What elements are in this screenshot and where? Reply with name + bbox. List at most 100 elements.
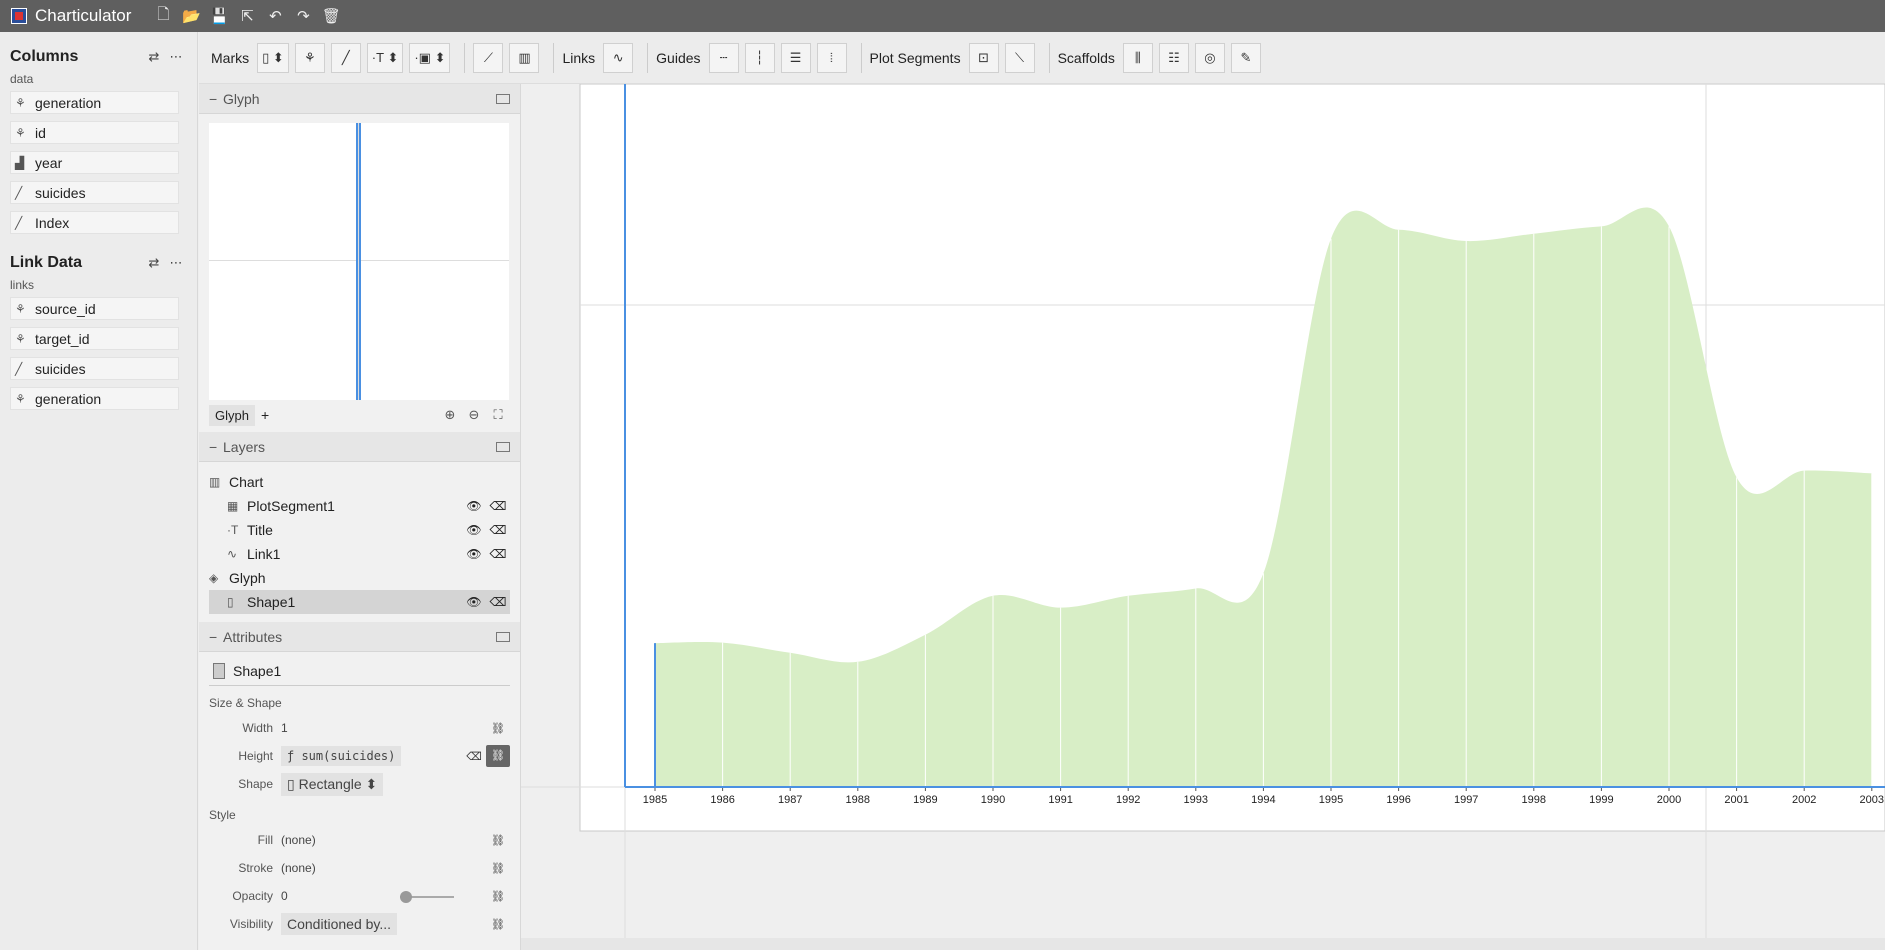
eraser-icon[interactable]: ⌫ [486, 499, 510, 513]
eraser-icon[interactable]: ⌫ [462, 750, 486, 763]
fill-row: Fill (none) ⛓ [209, 826, 510, 854]
curve-scaffold-button[interactable]: ✎ [1230, 42, 1261, 73]
column-item[interactable]: ⚘ generation [10, 387, 179, 410]
layer-item[interactable]: ∿ Link1 👁 ⌫ [209, 542, 510, 566]
visibility-condition-button[interactable]: Conditioned by... [281, 913, 398, 935]
nested-chart-button[interactable]: ▥ [509, 42, 540, 73]
link-table-name: links [10, 278, 35, 292]
export-icon[interactable]: ⇱ [233, 3, 261, 29]
maximize-icon[interactable] [496, 631, 510, 642]
column-item[interactable]: ⚘ generation [10, 91, 179, 114]
column-item[interactable]: ⚘ target_id [10, 327, 179, 350]
glyph-editor-canvas[interactable] [209, 123, 509, 400]
bind-data-icon[interactable]: ⛓ [486, 834, 510, 847]
glyph-section-header[interactable]: − Glyph [199, 84, 520, 114]
text-mark-button[interactable]: ·T ⬍ [366, 42, 404, 73]
open-folder-icon[interactable]: 📂 [177, 3, 205, 29]
horizontal-scaffold-button[interactable]: ⫼ [1122, 42, 1153, 73]
bind-data-icon[interactable]: ⛓ [486, 745, 510, 767]
replace-data-icon[interactable]: ⇄ [143, 255, 165, 271]
maximize-icon[interactable] [496, 441, 510, 452]
more-icon[interactable]: ⋯ [165, 255, 187, 271]
bind-data-icon[interactable]: ⛓ [486, 890, 510, 903]
bind-data-icon[interactable]: ⛓ [486, 862, 510, 875]
height-expression[interactable]: ƒ sum(suicides) [281, 746, 402, 766]
x-tick-label: 2003 [1860, 794, 1884, 806]
guide-vertical-button[interactable]: ┆ [744, 42, 775, 73]
guide-horizontal-button[interactable]: ┄ [708, 42, 739, 73]
ordinal-icon: ▟ [15, 155, 25, 170]
attributes-section-header[interactable]: − Attributes [199, 622, 520, 652]
style-group-label: Style [209, 808, 236, 822]
zoom-in-icon[interactable]: ⊕ [438, 407, 462, 423]
opacity-slider[interactable] [399, 890, 454, 903]
rect-icon: ▯ [227, 595, 234, 609]
zoom-fit-icon[interactable]: ⛶ [486, 407, 510, 423]
add-glyph-button[interactable]: + [255, 407, 275, 423]
icon-mark-button[interactable]: ·▣ ⬍ [409, 42, 451, 73]
column-item[interactable]: ⚘ id [10, 121, 179, 144]
column-label: year [35, 154, 63, 171]
eye-icon[interactable]: 👁 [462, 595, 486, 609]
data-axis-button[interactable]: ⟋ [473, 42, 504, 73]
layer-item[interactable]: ◈ Glyph [209, 566, 510, 590]
eye-icon[interactable]: 👁 [462, 499, 486, 513]
column-item[interactable]: ⚘ source_id [10, 297, 179, 320]
glyph-section-title: Glyph [223, 90, 260, 107]
eye-icon[interactable]: 👁 [462, 523, 486, 537]
layer-item[interactable]: ·T Title 👁 ⌫ [209, 518, 510, 542]
rect-icon: ▯ ⬍ [262, 49, 284, 65]
maximize-icon[interactable] [496, 93, 510, 104]
column-label: source_id [35, 300, 96, 317]
eraser-icon[interactable]: ⌫ [486, 547, 510, 561]
zoom-out-icon[interactable]: ⊖ [462, 407, 486, 423]
eye-icon[interactable]: 👁 [462, 547, 486, 561]
column-item[interactable]: ╱ Index [10, 211, 179, 234]
collapse-icon[interactable]: − [209, 91, 223, 107]
line-mark-button[interactable]: ╱ [330, 42, 361, 73]
region-plot-segment-button[interactable]: ⊡ [968, 42, 999, 73]
guide-coordinator-y-button[interactable]: ⦙ [816, 42, 847, 73]
save-icon[interactable]: 💾 [205, 3, 233, 29]
link-button[interactable]: ∿ [603, 42, 634, 73]
bind-data-icon[interactable]: ⛓ [486, 918, 510, 931]
bind-data-icon[interactable]: ⛓ [486, 722, 510, 735]
region-icon: ⊡ [978, 49, 990, 65]
main-toolbar: Marks ▯ ⬍ ⚘ ╱ ·T ⬍ ·▣ ⬍ ⟋ ▥ Links ∿ Guid… [199, 32, 1885, 84]
stroke-input[interactable]: (none) [281, 861, 486, 875]
glyph-tab[interactable]: Glyph [209, 404, 255, 426]
layer-label: PlotSegment1 [247, 498, 335, 514]
delete-icon[interactable]: 🗑 [317, 3, 345, 29]
glyph-shape-mark[interactable] [356, 123, 361, 400]
collapse-icon[interactable]: − [209, 439, 223, 455]
chart-icon: ▥ [518, 49, 531, 65]
new-file-icon[interactable]: 🗋 [149, 3, 177, 29]
eraser-icon[interactable]: ⌫ [486, 595, 510, 609]
layer-item[interactable]: ▥ Chart [209, 470, 510, 494]
rect-mark-button[interactable]: ▯ ⬍ [257, 42, 289, 73]
line-plot-segment-button[interactable]: ⟍ [1004, 42, 1035, 73]
symbol-mark-button[interactable]: ⚘ [294, 42, 325, 73]
layer-item[interactable]: ▦ PlotSegment1 👁 ⌫ [209, 494, 510, 518]
column-item[interactable]: ╱ suicides [10, 181, 179, 204]
vertical-scaffold-button[interactable]: ☷ [1158, 42, 1189, 73]
layers-section-header[interactable]: − Layers [199, 432, 520, 462]
replace-data-icon[interactable]: ⇄ [143, 49, 165, 65]
polar-scaffold-button[interactable]: ◎ [1194, 42, 1225, 73]
layer-item[interactable]: ▯ Shape1 👁 ⌫ [209, 590, 510, 614]
eraser-icon[interactable]: ⌫ [486, 523, 510, 537]
fill-input[interactable]: (none) [281, 833, 486, 847]
column-item[interactable]: ╱ suicides [10, 357, 179, 380]
undo-icon[interactable]: ↶ [261, 3, 289, 29]
width-input[interactable]: 1 [281, 721, 486, 735]
chart-canvas[interactable]: 1985 1986 1987 1988 1989 1990 1991 1992 1993 1994… [521, 84, 1885, 950]
opacity-input[interactable]: 0 [281, 889, 288, 903]
shape-select[interactable]: ▯ Rectangle ⬍ [281, 772, 384, 796]
collapse-icon[interactable]: − [209, 629, 223, 645]
scaffold-y-icon: ☷ [1168, 49, 1180, 65]
more-icon[interactable]: ⋯ [165, 49, 187, 65]
redo-icon[interactable]: ↷ [289, 3, 317, 29]
horizontal-scrollbar[interactable] [521, 938, 1885, 950]
column-item[interactable]: ▟ year [10, 151, 179, 174]
guide-coordinator-x-button[interactable]: ☰ [780, 42, 811, 73]
